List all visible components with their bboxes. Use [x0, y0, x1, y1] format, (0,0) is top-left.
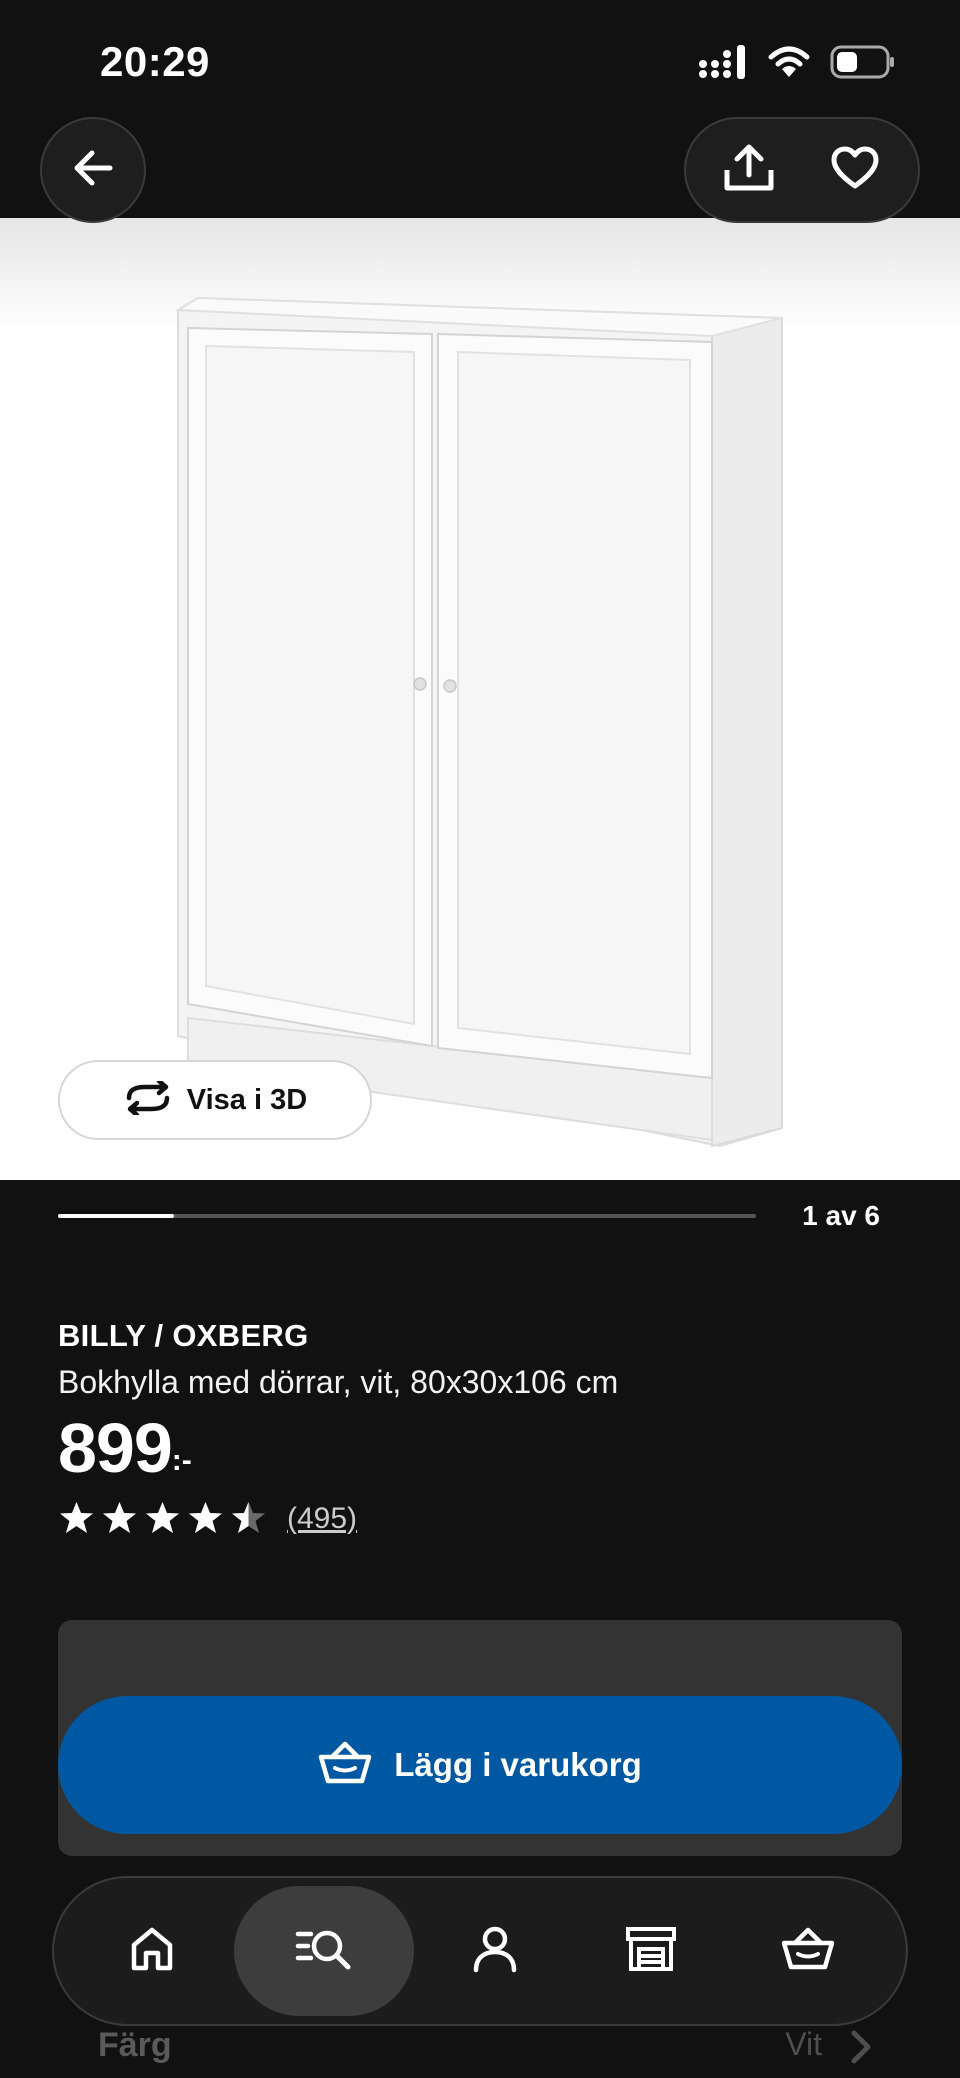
color-row[interactable]: Färg Vit	[58, 2020, 902, 2076]
arrow-left-icon	[70, 145, 116, 196]
battery-icon	[830, 45, 896, 84]
store-icon	[624, 1925, 678, 1978]
home-icon	[128, 1925, 176, 1978]
product-description: Bokhylla med dörrar, vit, 80x30x106 cm	[58, 1364, 619, 1400]
share-icon	[722, 143, 776, 198]
price-suffix: :-	[171, 1444, 192, 1477]
color-value: Vit	[785, 2026, 822, 2062]
chevron-right-icon	[850, 2030, 872, 2069]
view-3d-button[interactable]: Visa i 3D	[58, 1060, 372, 1140]
basket-icon	[318, 1741, 372, 1790]
profile-icon	[472, 1925, 518, 1978]
star-icon	[146, 1502, 179, 1533]
star-icon	[60, 1502, 93, 1533]
gallery-progress-fill	[58, 1214, 175, 1218]
gallery-progress	[58, 1214, 756, 1218]
gallery-position: 1 av 6	[802, 1200, 880, 1231]
product-price: 899 :-	[58, 1410, 192, 1486]
status-bar: 20:29	[0, 0, 960, 120]
nav-search[interactable]	[233, 1886, 414, 2016]
nav-store[interactable]	[576, 1891, 726, 2011]
add-to-cart-button[interactable]: Lägg i varukorg	[58, 1696, 902, 1834]
signal-icon	[698, 44, 748, 84]
wifi-icon	[768, 45, 810, 84]
rating[interactable]: (495)	[58, 1500, 357, 1537]
product-name: BILLY / OXBERG	[58, 1318, 309, 1353]
rotate-icon	[123, 1078, 173, 1120]
review-count-link[interactable]: (495)	[287, 1502, 357, 1536]
search-list-icon	[295, 1926, 353, 1977]
price-amount: 899	[58, 1409, 173, 1487]
nav-cart[interactable]	[733, 1891, 883, 2011]
basket-icon	[781, 1927, 835, 1976]
nav-profile[interactable]	[420, 1891, 570, 2011]
cabinet-illustration	[174, 296, 783, 1148]
product-page: 20:29 Visa i 3D 1 av 6 BILLY / OXBERG Bo…	[0, 0, 960, 2078]
star-icon	[189, 1502, 222, 1533]
share-button[interactable]	[709, 130, 789, 210]
header-actions	[684, 117, 920, 223]
back-button[interactable]	[40, 117, 146, 223]
status-icons	[698, 44, 896, 84]
color-label: Färg	[98, 2026, 172, 2064]
bottom-nav	[52, 1876, 908, 2026]
status-time: 20:29	[100, 38, 210, 85]
heart-icon	[831, 146, 879, 195]
rating-stars	[58, 1500, 267, 1537]
view-3d-label: Visa i 3D	[186, 1083, 308, 1116]
favorite-button[interactable]	[815, 130, 895, 210]
star-icon	[103, 1502, 136, 1533]
star-icon	[232, 1502, 265, 1533]
nav-home[interactable]	[77, 1891, 227, 2011]
add-to-cart-label: Lägg i varukorg	[394, 1746, 642, 1783]
product-image[interactable]	[0, 218, 960, 1180]
